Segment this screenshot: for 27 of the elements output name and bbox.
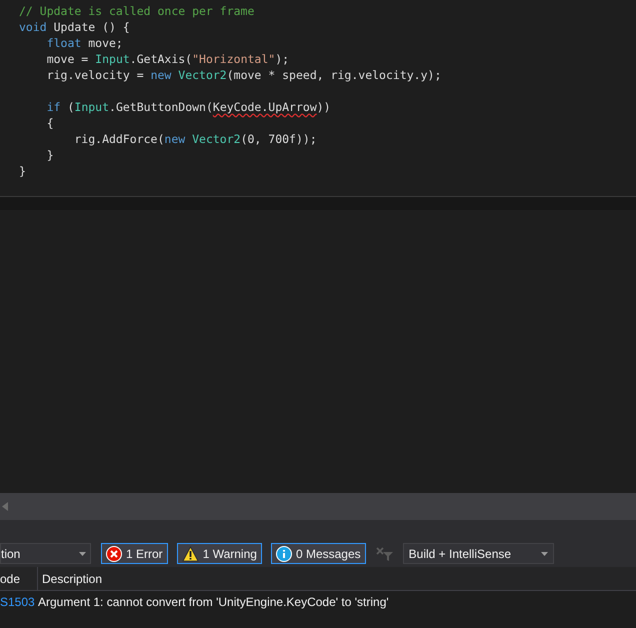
error-icon bbox=[106, 546, 122, 562]
column-header[interactable]: ode bbox=[0, 567, 38, 590]
warning-icon bbox=[182, 546, 199, 562]
clear-filter-icon[interactable] bbox=[376, 546, 393, 560]
error-code-link[interactable]: S1503 bbox=[0, 593, 38, 611]
scroll-left-icon[interactable] bbox=[2, 502, 8, 511]
code-line: float move; bbox=[46, 36, 123, 50]
scope-dropdown[interactable]: tion bbox=[0, 543, 91, 564]
code-line: rig.AddForce(new Vector2(0, 700f)); bbox=[73, 132, 317, 146]
code-line: void Update () { bbox=[19, 20, 130, 34]
code-line: } bbox=[46, 148, 54, 162]
column-header[interactable]: Description bbox=[38, 567, 636, 590]
code-comment: // Update is called once per frame bbox=[19, 4, 254, 18]
source-dropdown[interactable]: Build + IntelliSense bbox=[402, 543, 554, 564]
error-description: Argument 1: cannot convert from 'UnityEngine.KeyCode' to 'string' bbox=[38, 594, 389, 611]
filter-toggle-button[interactable]: 0 Messages bbox=[270, 543, 366, 564]
horizontal-scrollbar[interactable] bbox=[0, 493, 636, 520]
caret-icon bbox=[540, 552, 548, 556]
filter-toggle-button[interactable]: 1 Warning bbox=[176, 543, 262, 564]
code-line: move = Input.GetAxis("Horizontal"); bbox=[46, 52, 290, 66]
code-line: { bbox=[46, 116, 54, 130]
caret-icon bbox=[79, 552, 86, 556]
code-line: if (Input.GetButtonDown(KeyCode.UpArrow)) bbox=[46, 100, 331, 114]
info-icon bbox=[276, 546, 292, 562]
code-line: } bbox=[19, 164, 26, 178]
filter-toggle-button[interactable]: 1 Error bbox=[101, 543, 168, 564]
code-line: rig.velocity = new Vector2(move * speed, rig.velocity.y); bbox=[46, 68, 442, 82]
